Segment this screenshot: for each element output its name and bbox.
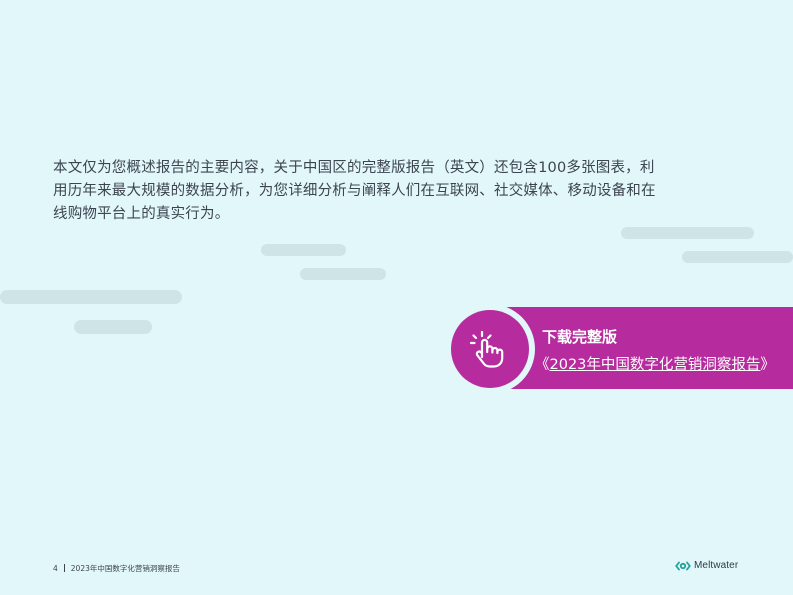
cloud-decoration [682, 251, 793, 263]
cloud-decoration [74, 320, 152, 334]
link-open-bracket: 《 [535, 357, 550, 373]
link-close-bracket: 》 [760, 357, 775, 373]
page-number: 4 [53, 564, 58, 573]
meltwater-logo-icon [675, 561, 691, 570]
cta-title: 下载完整版 [542, 328, 618, 346]
footer-report-title: 2023年中国数字化营销洞察报告 [70, 564, 180, 573]
footer-divider [63, 564, 65, 572]
report-link-text[interactable]: 2023年中国数字化营销洞察报告 [550, 357, 761, 373]
download-banner[interactable] [505, 307, 793, 389]
tap-hand-icon [469, 330, 504, 368]
meltwater-logo: Meltwater [675, 560, 738, 571]
report-download-link[interactable]: 《2023年中国数字化营销洞察报告》 [535, 353, 775, 374]
report-page: 本文仅为您概述报告的主要内容，关于中国区的完整版报告（英文）还包含100多张图表… [0, 0, 793, 595]
page-footer: 4 2023年中国数字化营销洞察报告 [53, 563, 180, 574]
download-icon-button[interactable] [451, 310, 529, 388]
cloud-decoration [621, 227, 754, 239]
logo-text: Meltwater [694, 560, 739, 571]
cloud-decoration [0, 290, 182, 304]
cloud-decoration [300, 268, 386, 280]
intro-paragraph: 本文仅为您概述报告的主要内容，关于中国区的完整版报告（英文）还包含100多张图表… [53, 160, 656, 222]
cloud-decoration [261, 244, 346, 256]
